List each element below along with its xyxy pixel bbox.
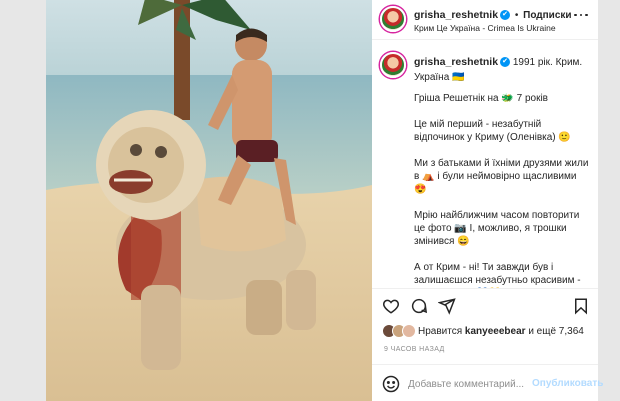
verified-badge-icon: ✔ [500, 10, 511, 21]
dot-separator: • [514, 10, 519, 21]
caption-paragraph: А от Крим - ні! Ти завжди був і залишаєш… [414, 262, 581, 286]
post-caption: grisha_reshetnik ✔ 1991 рік. Крим. Україн… [372, 40, 598, 288]
publish-button[interactable]: Опубликовать [532, 378, 603, 389]
likes-row: Нравится kanyeeebear и ещё 7,364 [372, 322, 598, 342]
modal-backdrop-left[interactable] [0, 0, 46, 401]
comment-input[interactable] [408, 376, 528, 392]
emoji-icon[interactable] [382, 375, 400, 393]
caption-paragraph: Гріша Решетнік на 🐲 7 років [414, 93, 548, 104]
modal-backdrop-right[interactable] [598, 0, 620, 401]
following-button[interactable]: Подписки [523, 10, 571, 21]
post-timestamp[interactable]: 9 ЧАСОВ НАЗАД [384, 346, 445, 353]
author-avatar[interactable] [380, 6, 406, 32]
caption-first-line: grisha_reshetnik ✔ 1991 рік. Крим. Україн… [414, 55, 590, 85]
post-photo [46, 0, 372, 401]
caption-author-avatar[interactable] [380, 52, 406, 78]
caption-paragraph: Ми з батьками й їхніми друзями жили в ⛺ … [414, 158, 589, 195]
author-line: grisha_reshetnik ✔ • Подписки [414, 9, 572, 21]
likes-user[interactable]: kanyeeebear [465, 326, 526, 337]
heart-icon[interactable] [382, 297, 400, 315]
post-location[interactable]: Крим Це Україна - Crimea Is Ukraine [414, 23, 556, 33]
caption-username[interactable]: grisha_reshetnik [414, 56, 498, 68]
more-options-icon[interactable] [574, 12, 588, 18]
share-icon[interactable] [438, 297, 456, 315]
liker-avatar[interactable] [402, 324, 416, 338]
post-details-panel: grisha_reshetnik ✔ • Подписки Крим Це Укр… [372, 0, 603, 401]
caption-paragraph: Мрію найближчим часом повторити це фото … [414, 210, 580, 247]
caption-verified-icon: ✔ [500, 57, 511, 68]
add-comment-bar: Опубликовать [372, 364, 603, 401]
caption-paragraph: Це мій перший - незабутній відпочинок у … [414, 119, 571, 143]
bookmark-icon[interactable] [572, 297, 590, 315]
likes-prefix: Нравится [418, 326, 463, 337]
post-header: grisha_reshetnik ✔ • Подписки Крим Це Укр… [372, 0, 598, 40]
likes-summary[interactable]: Нравится kanyeeebear и ещё 7,364 [418, 326, 584, 337]
post-actions-bar [372, 288, 598, 322]
likes-count[interactable]: и ещё 7,364 [528, 326, 584, 337]
author-username[interactable]: grisha_reshetnik [414, 9, 498, 21]
comment-icon[interactable] [410, 297, 428, 315]
caption-body: Гріша Решетнік на 🐲 7 років Це мій перши… [414, 92, 590, 288]
